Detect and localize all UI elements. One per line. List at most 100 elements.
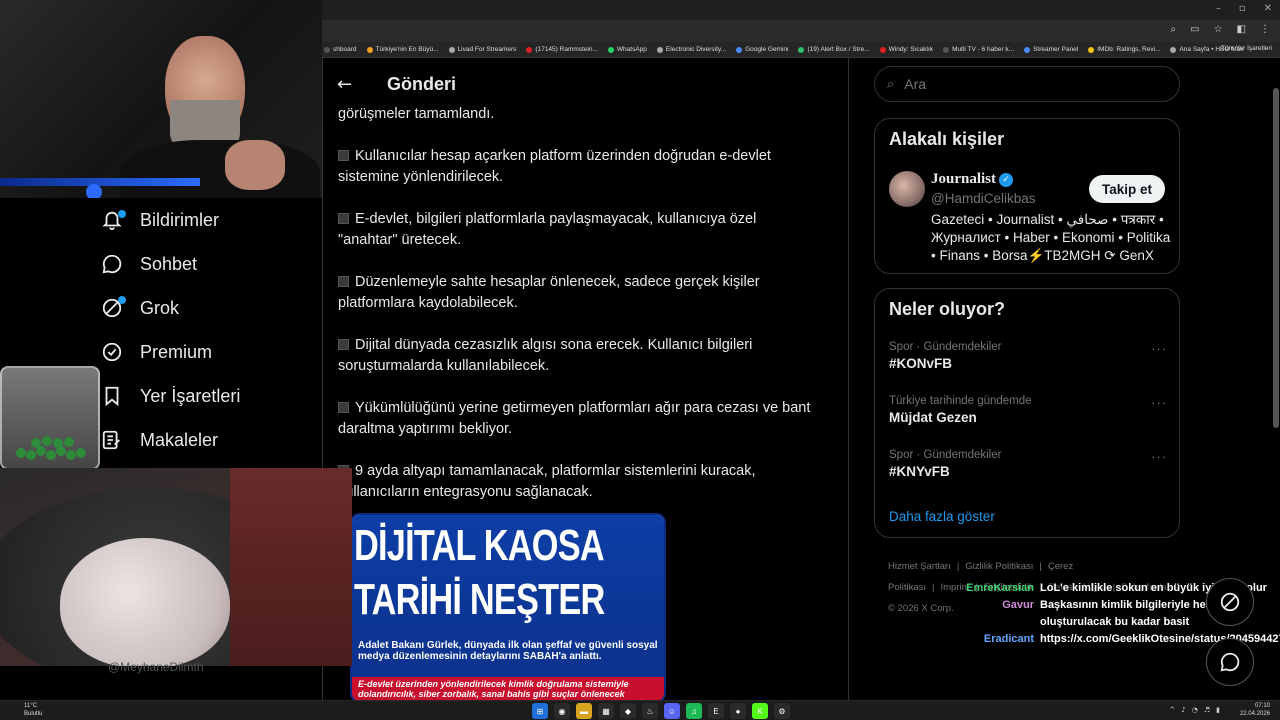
chrome-icon[interactable]: ◉ [554,703,570,719]
nav-item-grok[interactable]: Grok [100,296,179,320]
taskbar-apps: ⊞ ◉ ▬ ▦ ◆ ♨ ☺ ♫ E ● K ⚙ [532,703,790,719]
maximize-button[interactable]: ▫ [1239,3,1246,14]
post-paragraph: 9 ayda altyapı tamamlanacak, platformlar… [338,463,756,500]
cast-icon[interactable]: ▭ [1190,24,1199,35]
zoom-icon[interactable]: ⌕ [1171,24,1177,35]
bookmark-item[interactable]: Google Gemini [736,46,788,53]
follow-button[interactable]: Takip et [1089,175,1165,203]
bookmark-favicon-icon [1170,46,1177,53]
obs-icon[interactable]: ● [730,703,746,719]
post-image[interactable]: DİJİTAL KAOSA TARİHİ NEŞTER Adalet Bakan… [350,513,666,700]
extensions-icon[interactable]: ◧ [1237,24,1246,35]
messages-fab-icon[interactable] [1206,638,1254,686]
discord-icon[interactable]: ☺ [664,703,680,719]
square-bullet-icon [338,402,349,413]
scrollbar[interactable] [1273,88,1279,428]
taskbar: 11°C Bulutlu ⊞ ◉ ▬ ▦ ◆ ♨ ☺ ♫ E ● K ⚙ ^ ♪… [0,700,1280,720]
nav-item-premium[interactable]: Premium [100,340,212,364]
bookmark-item[interactable]: Streamer Panel [1024,46,1078,53]
account-name[interactable]: Journalist ✓ [931,171,1014,188]
cat [60,538,230,666]
footer-link[interactable]: Gizlilik Politikası [965,561,1033,572]
spotify-icon[interactable]: ♫ [686,703,702,719]
bookmark-icon [100,384,124,408]
post-paragraph: Yükümlülüğünü yerine getirmeyen platform… [338,400,811,437]
mic-icon[interactable]: ♪ [1181,706,1185,714]
battery-icon[interactable]: ▮ [1216,706,1220,714]
bookmark-favicon-icon [656,46,663,53]
streamer-hand [225,140,285,190]
footer-separator: | [1039,561,1042,572]
trend-item[interactable]: Spor · Gündemdekiler #KONvFB ··· [889,341,1167,371]
bookmark-favicon-icon [798,46,805,53]
footer-link[interactable]: Hizmet Şartları [888,561,951,572]
related-people-card: Alakalı kişiler Journalist ✓ @HamdiCelikb… [874,118,1180,274]
page-title: Gönderi [387,73,457,94]
bookmark-item[interactable]: WhatsApp [607,46,647,53]
store-icon[interactable]: ▦ [598,703,614,719]
start-icon[interactable]: ⊞ [532,703,548,719]
close-button[interactable]: ✕ [1264,3,1272,14]
jar-contents [16,434,96,462]
nav-item-bookmarks[interactable]: Yer İşaretleri [100,384,240,408]
account-bio: Gazeteci • Journalist • صحافي • पत्रकार … [931,212,1171,263]
grok-fab-icon[interactable] [1206,578,1254,626]
network-icon[interactable]: ◔ [1192,706,1198,714]
notification-dot [118,296,126,304]
weather-widget[interactable]: 11°C Bulutlu [24,702,42,718]
back-arrow-icon[interactable]: ← [337,74,369,95]
clock[interactable]: 07:10 22.04.2026 [1240,702,1270,718]
bookmark-item[interactable]: Livad For Streamers [448,46,516,53]
bookmark-item[interactable]: Multi TV - 6 haber k... [943,46,1014,53]
bookmark-favicon-icon [607,46,614,53]
more-icon[interactable]: ··· [1151,341,1167,356]
bookmark-item[interactable]: Electronic Diversity... [656,46,726,53]
show-more-link[interactable]: Daha fazla göster [889,509,995,524]
premium-icon [100,340,124,364]
image-headline: TARİHİ NEŞTER [354,575,605,624]
address-bar-icons: ⌕ ▭ ☆ ◧ ⋮ [1171,24,1270,35]
menu-icon[interactable]: ⋮ [1260,24,1270,35]
bookmarks-bar: shboard Türkiye'nin En Büyü... Livad For S… [322,42,1280,58]
kick-icon[interactable]: K [752,703,768,719]
bookmark-item[interactable]: shboard [324,46,357,53]
more-icon[interactable]: ··· [1151,395,1167,410]
all-bookmarks-button[interactable]: Tüm Yer İşaretleri [1221,45,1272,52]
bookmark-item[interactable]: (19) Alert Box / Stre... [798,46,870,53]
notification-dot [118,210,126,218]
bookmark-item[interactable]: IMDb: Ratings, Revi... [1088,46,1160,53]
trend-category: Türkiye tarihinde gündemde [889,395,1032,407]
steam-icon[interactable]: ♨ [642,703,658,719]
bookmark-item[interactable]: Türkiye'nin En Büyü... [366,46,439,53]
square-bullet-icon [338,276,349,287]
settings-icon[interactable]: ⚙ [774,703,790,719]
more-icon[interactable]: ··· [1151,449,1167,464]
trend-category: Spor · Gündemdekiler [889,449,1002,461]
card-title: Neler oluyor? [889,299,1006,319]
app-icon[interactable]: ◆ [620,703,636,719]
user-handle: @MeyhaneDilmth [108,660,204,674]
account-handle[interactable]: @HamdiCelikbas [931,191,1036,206]
bookmark-item[interactable]: Windy: Sıcaklık [879,46,933,53]
post-paragraph: görüşmeler tamamlandı. [338,106,495,122]
address-bar: ⌕ ▭ ☆ ◧ ⋮ [322,20,1280,42]
search-input[interactable]: ⌕ Ara [874,66,1180,102]
trend-item[interactable]: Türkiye tarihinde gündemde Müjdat Gezen … [889,395,1167,425]
epic-icon[interactable]: E [708,703,724,719]
bookmark-item[interactable]: (17145) Rammstein... [526,46,598,53]
trend-name: Müjdat Gezen [889,410,977,425]
footer-separator: | [932,582,935,593]
nav-item-articles[interactable]: Makaleler [100,428,218,452]
minimize-button[interactable]: – [1216,3,1221,14]
chat-icon [100,252,124,276]
trend-item[interactable]: Spor · Gündemdekiler #KNYvFB ··· [889,449,1167,479]
bookmark-favicon-icon [943,46,950,53]
nav-item-chat[interactable]: Sohbet [100,252,197,276]
url-field[interactable] [326,23,1126,39]
avatar[interactable] [889,171,925,207]
folder-icon[interactable]: ▬ [576,703,592,719]
volume-icon[interactable]: ♬ [1204,706,1210,714]
chevron-up-icon[interactable]: ^ [1169,706,1175,714]
star-icon[interactable]: ☆ [1214,24,1223,35]
post-paragraph: Düzenlemeyle sahte hesaplar önlenecek, s… [338,274,760,311]
